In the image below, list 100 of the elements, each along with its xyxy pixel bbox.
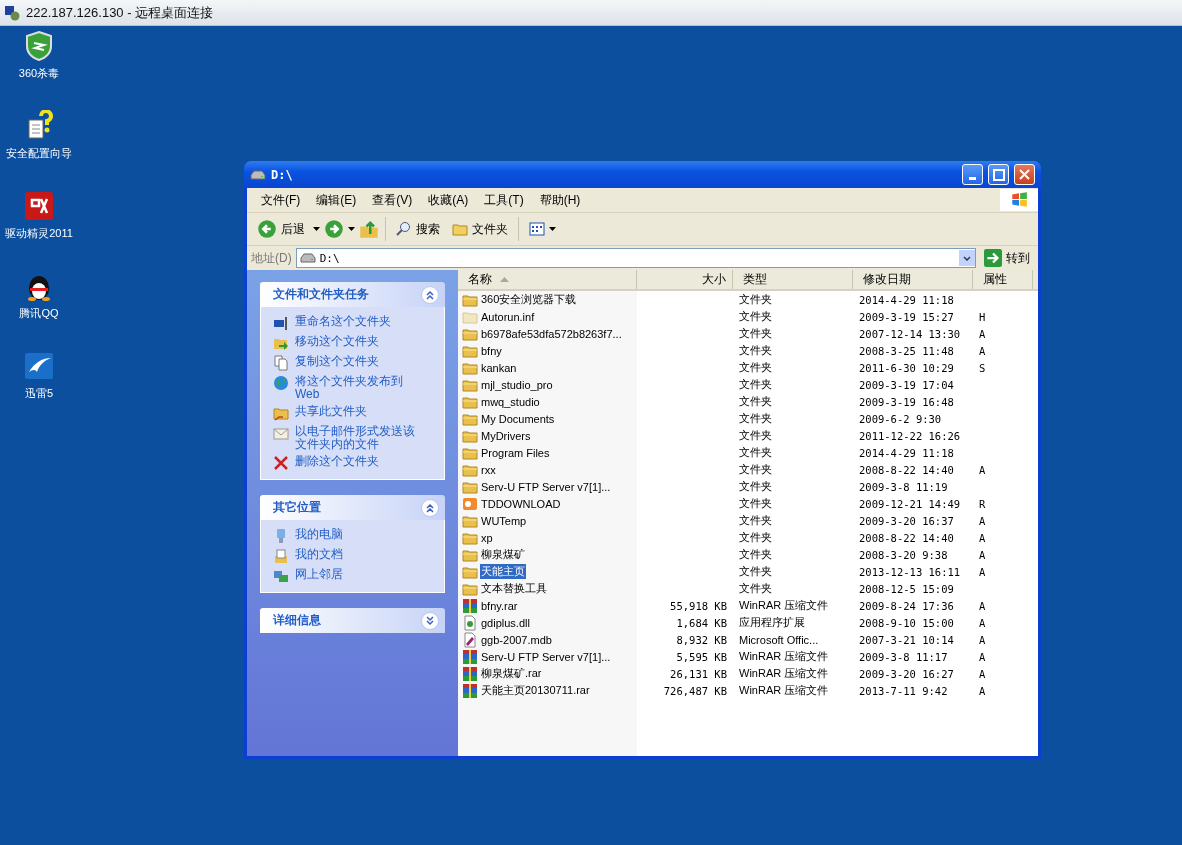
maximize-button[interactable] xyxy=(988,164,1009,185)
table-cell-text: 2009-3-19 15:27 xyxy=(858,309,955,325)
desktop-icon-label[interactable]: 360杀毒 xyxy=(18,66,60,81)
table-cell-text: 应用程序扩展 xyxy=(738,615,806,630)
file-name[interactable]: 天能主页20130711.rar xyxy=(480,683,591,698)
app-folder-icon xyxy=(462,495,478,512)
toggle-button[interactable] xyxy=(421,611,439,630)
table-cell-text: A xyxy=(978,343,987,359)
file-name[interactable]: Autorun.inf xyxy=(480,310,536,323)
table-cell-text: 2009-3-19 16:48 xyxy=(858,394,955,410)
file-name[interactable]: gdiplus.dll xyxy=(480,616,531,629)
windows-flag-icon xyxy=(1010,191,1028,209)
file-name[interactable]: kankan xyxy=(480,361,518,374)
address-label: 地址(D) xyxy=(251,249,292,267)
task-link[interactable]: 我的文档 xyxy=(295,548,425,561)
bird-icon xyxy=(23,350,55,382)
file-name[interactable]: Serv-U FTP Server v7[1]... xyxy=(480,650,612,663)
desktop-icon-label[interactable]: 腾讯QQ xyxy=(19,306,59,321)
file-name[interactable]: TDDOWNLOAD xyxy=(480,497,562,510)
menu-item[interactable]: 帮助(H) xyxy=(531,191,589,209)
menu-item[interactable]: 文件(F) xyxy=(253,191,309,209)
task-link[interactable]: 网上邻居 xyxy=(295,568,425,581)
shared-folder-icon xyxy=(273,405,289,421)
column-header[interactable]: 名称 xyxy=(458,270,637,289)
file-name[interactable]: 文本替换工具 xyxy=(480,581,548,596)
column-header[interactable]: 大小 xyxy=(637,270,733,289)
remote-desktop-icon xyxy=(4,4,20,21)
table-cell-text: 文件夹 xyxy=(738,292,773,307)
table-cell-text: WinRAR 压缩文件 xyxy=(738,666,830,681)
table-cell-text: A xyxy=(978,564,987,580)
menu-item[interactable]: 收藏(A) xyxy=(420,191,477,209)
file-name[interactable]: 柳泉煤矿.rar xyxy=(480,666,543,681)
expand-icon xyxy=(425,615,435,626)
desktop-icon-label[interactable]: 驱动精灵2011 xyxy=(5,226,73,241)
close-button[interactable] xyxy=(1014,164,1035,185)
table-cell-text: A xyxy=(978,547,987,563)
file-name[interactable]: rxx xyxy=(480,463,497,476)
file-name[interactable]: WUTemp xyxy=(480,514,528,527)
task-link[interactable]: 我的电脑 xyxy=(295,528,425,541)
file-name[interactable]: Program Files xyxy=(480,446,551,459)
column-header[interactable]: 修改日期 xyxy=(853,270,973,289)
desktop-icon-label[interactable]: 迅雷5 xyxy=(24,386,54,401)
file-name[interactable]: 天能主页 xyxy=(480,564,526,579)
section-title: 其它位置 xyxy=(273,499,321,516)
dropdown-caret-icon xyxy=(348,227,355,231)
views-grid-icon xyxy=(529,221,545,237)
up-folder-icon xyxy=(359,219,379,239)
file-name[interactable]: bfny.rar xyxy=(480,599,519,612)
table-cell-text: 文件夹 xyxy=(738,462,773,477)
file-name[interactable]: bfny xyxy=(480,344,503,357)
go-button[interactable]: 转到 xyxy=(980,249,1034,267)
file-name[interactable]: 360安全浏览器下载 xyxy=(480,292,578,307)
table-cell-text: 文件夹 xyxy=(738,377,773,392)
file-name[interactable]: MyDrivers xyxy=(480,429,532,442)
menu-item[interactable]: 工具(T) xyxy=(476,191,532,209)
search-button[interactable]: 搜索 xyxy=(392,218,444,240)
toggle-button[interactable] xyxy=(421,498,439,517)
menu-item[interactable]: 查看(V) xyxy=(364,191,421,209)
table-cell-text: 2009-12-21 14:49 xyxy=(858,496,962,512)
file-name[interactable]: Serv-U FTP Server v7[1]... xyxy=(480,480,612,493)
minimize-button[interactable] xyxy=(962,164,983,185)
task-link[interactable]: 复制这个文件夹 xyxy=(295,355,425,368)
task-link[interactable]: 以电子邮件形式发送该文件夹内的文件 xyxy=(295,425,425,451)
task-link[interactable]: 将这个文件夹发布到 Web xyxy=(295,375,425,401)
table-cell-text: 2011-12-22 16:26 xyxy=(858,428,962,444)
toggle-button[interactable] xyxy=(421,285,439,304)
table-cell-text: 726,487 KB xyxy=(662,683,728,699)
table-cell-text: 2013-12-13 16:11 xyxy=(858,564,962,580)
file-name[interactable]: mjl_studio_pro xyxy=(480,378,554,391)
back-button[interactable]: 后退 xyxy=(253,217,309,241)
column-header[interactable]: 类型 xyxy=(733,270,853,289)
folders-button[interactable]: 文件夹 xyxy=(448,218,512,240)
archive-icon xyxy=(462,682,478,699)
task-link[interactable]: 重命名这个文件夹 xyxy=(295,315,425,328)
menu-item[interactable]: 编辑(E) xyxy=(308,191,365,209)
globe-icon xyxy=(273,375,289,391)
table-cell-text: 2014-4-29 11:18 xyxy=(858,445,955,461)
table-cell-text: A xyxy=(978,530,987,546)
file-name[interactable]: b6978afe53dfa572b8263f7... xyxy=(480,327,623,340)
table-cell-text: R xyxy=(978,496,987,512)
table-cell-text: S xyxy=(978,360,987,376)
file-name[interactable]: My Documents xyxy=(480,412,556,425)
table-cell-text: 文件夹 xyxy=(738,428,773,443)
table-cell-text: 2009-8-24 17:36 xyxy=(858,598,955,614)
file-name[interactable]: xp xyxy=(480,531,494,544)
file-name[interactable]: 柳泉煤矿 xyxy=(480,547,526,562)
table-cell-text: 2008-3-20 9:38 xyxy=(858,547,949,563)
desktop-icon-label[interactable]: 安全配置向导 xyxy=(6,146,72,161)
task-link[interactable]: 共享此文件夹 xyxy=(295,405,425,418)
task-link[interactable]: 删除这个文件夹 xyxy=(295,455,425,468)
address-field[interactable]: D:\ xyxy=(295,248,976,268)
table-cell-text: A xyxy=(978,615,987,631)
table-cell-text: 2007-12-14 13:30 xyxy=(858,326,962,342)
file-name[interactable]: mwq_studio xyxy=(480,395,541,408)
dropdown-button[interactable] xyxy=(959,250,975,266)
sort-up-icon xyxy=(500,277,509,282)
collapse-icon xyxy=(425,502,435,513)
file-name[interactable]: ggb-2007.mdb xyxy=(480,633,553,646)
column-header[interactable]: 属性 xyxy=(973,270,1033,289)
task-link[interactable]: 移动这个文件夹 xyxy=(295,335,425,348)
